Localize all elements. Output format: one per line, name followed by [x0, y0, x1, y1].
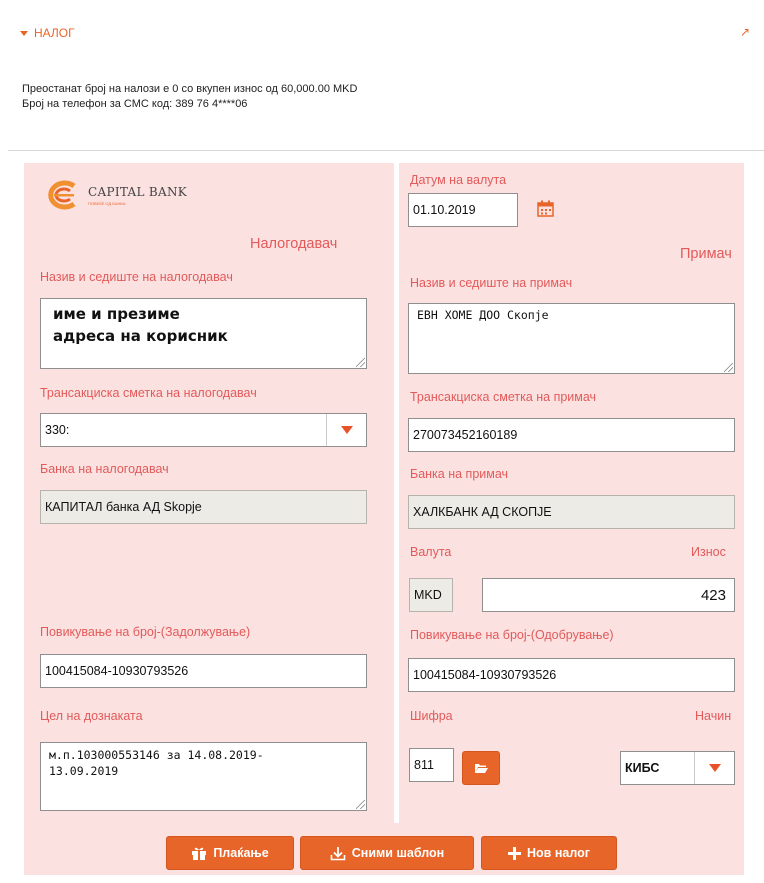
divider [8, 150, 764, 151]
purpose-field[interactable]: м.п.103000553146 за 14.08.2019- 13.09.20… [40, 742, 367, 811]
method-value: КИБС [625, 761, 660, 775]
resize-handle-icon[interactable] [356, 358, 365, 367]
caret-down-icon [20, 30, 28, 36]
sender-title: Налогодавач [250, 236, 338, 252]
resize-handle-icon[interactable] [356, 800, 365, 809]
plus-icon [508, 846, 522, 860]
section-toggle[interactable]: НАЛОГ [20, 26, 75, 40]
sender-bank-field: КАПИТАЛ банка АД Skopje [40, 490, 367, 524]
currency-label: Валута [410, 545, 452, 559]
new-order-button[interactable]: Нов налог [481, 836, 617, 870]
receiver-title: Примач [680, 246, 732, 262]
value-date-label: Датум на валута [410, 173, 507, 187]
new-order-label: Нов налог [527, 846, 590, 860]
receiver-name-field[interactable]: ЕВН ХОМЕ ДОО Скопје [408, 303, 735, 374]
chevron-down-icon [340, 426, 353, 434]
method-select[interactable]: КИБС [620, 751, 735, 785]
receiver-bank-label: Банка на примач [410, 467, 509, 481]
orders-remaining-text: Преостанат број на налози е 0 со вкупен … [22, 83, 358, 95]
calendar-icon[interactable] [537, 200, 554, 222]
receiver-account-field[interactable]: 270073452160189 [408, 418, 735, 452]
receiver-panel [399, 163, 744, 823]
receiver-account-label: Трансакциска сметка на примач [410, 390, 597, 404]
code-lookup-button[interactable] [462, 751, 500, 785]
currency-field: MKD [409, 578, 453, 612]
receiver-ref-label: Повикување на број-(Одобрување) [410, 628, 614, 642]
folder-open-icon [474, 764, 488, 773]
code-label: Шифра [410, 709, 453, 723]
pay-button[interactable]: Плаќање [166, 836, 294, 870]
pay-label: Плаќање [213, 846, 269, 860]
sender-account-select[interactable]: 330: [40, 413, 367, 447]
sender-name-label: Назив и седиште на налогодавач [40, 270, 233, 284]
sms-phone-text: Број на телефон за СМС код: 389 76 4****… [22, 98, 248, 110]
method-label: Начин [695, 709, 732, 723]
gift-icon [192, 847, 207, 860]
bank-tagline: ПОВЕЌЕ ОД БАНКА [88, 200, 126, 206]
value-date-field[interactable]: 01.10.2019 [408, 193, 518, 227]
code-field[interactable]: 811 [409, 748, 454, 782]
dropdown-button[interactable] [694, 752, 734, 784]
receiver-ref-field[interactable]: 100415084-10930793526 [408, 658, 735, 692]
bank-name: CAPITAL BANK [88, 184, 188, 199]
chevron-down-icon [708, 764, 721, 772]
sender-ref-field[interactable]: 100415084-10930793526 [40, 654, 367, 688]
bank-logo: CAPITAL BANK ПОВЕЌЕ ОД БАНКА [44, 180, 187, 210]
amount-field[interactable]: 423 [482, 578, 735, 612]
sender-name-field[interactable]: име и презиме адреса на корисник [40, 298, 367, 369]
dropdown-button[interactable] [326, 414, 366, 446]
sender-account-label: Трансакциска сметка на налогодавач [40, 386, 257, 400]
section-title: НАЛОГ [34, 26, 75, 40]
purpose-label: Цел на дознаката [40, 709, 143, 723]
amount-label: Износ [691, 545, 726, 559]
sender-ref-label: Повикување на број-(Задолжување) [40, 625, 251, 639]
sender-account-value: 330: [45, 423, 70, 437]
receiver-name-label: Назив и седиште на примач [410, 276, 573, 290]
save-template-button[interactable]: Сними шаблон [300, 836, 474, 870]
capital-bank-logo-icon [48, 180, 76, 210]
resize-handle-icon[interactable] [724, 363, 733, 372]
sender-bank-label: Банка на налогодавач [40, 462, 169, 476]
download-icon [330, 846, 346, 860]
expand-arrow-icon[interactable]: ↗ [740, 26, 750, 38]
receiver-bank-field: ХАЛКБАНК АД СКОПЈЕ [408, 495, 735, 529]
save-template-label: Сними шаблон [351, 846, 445, 860]
